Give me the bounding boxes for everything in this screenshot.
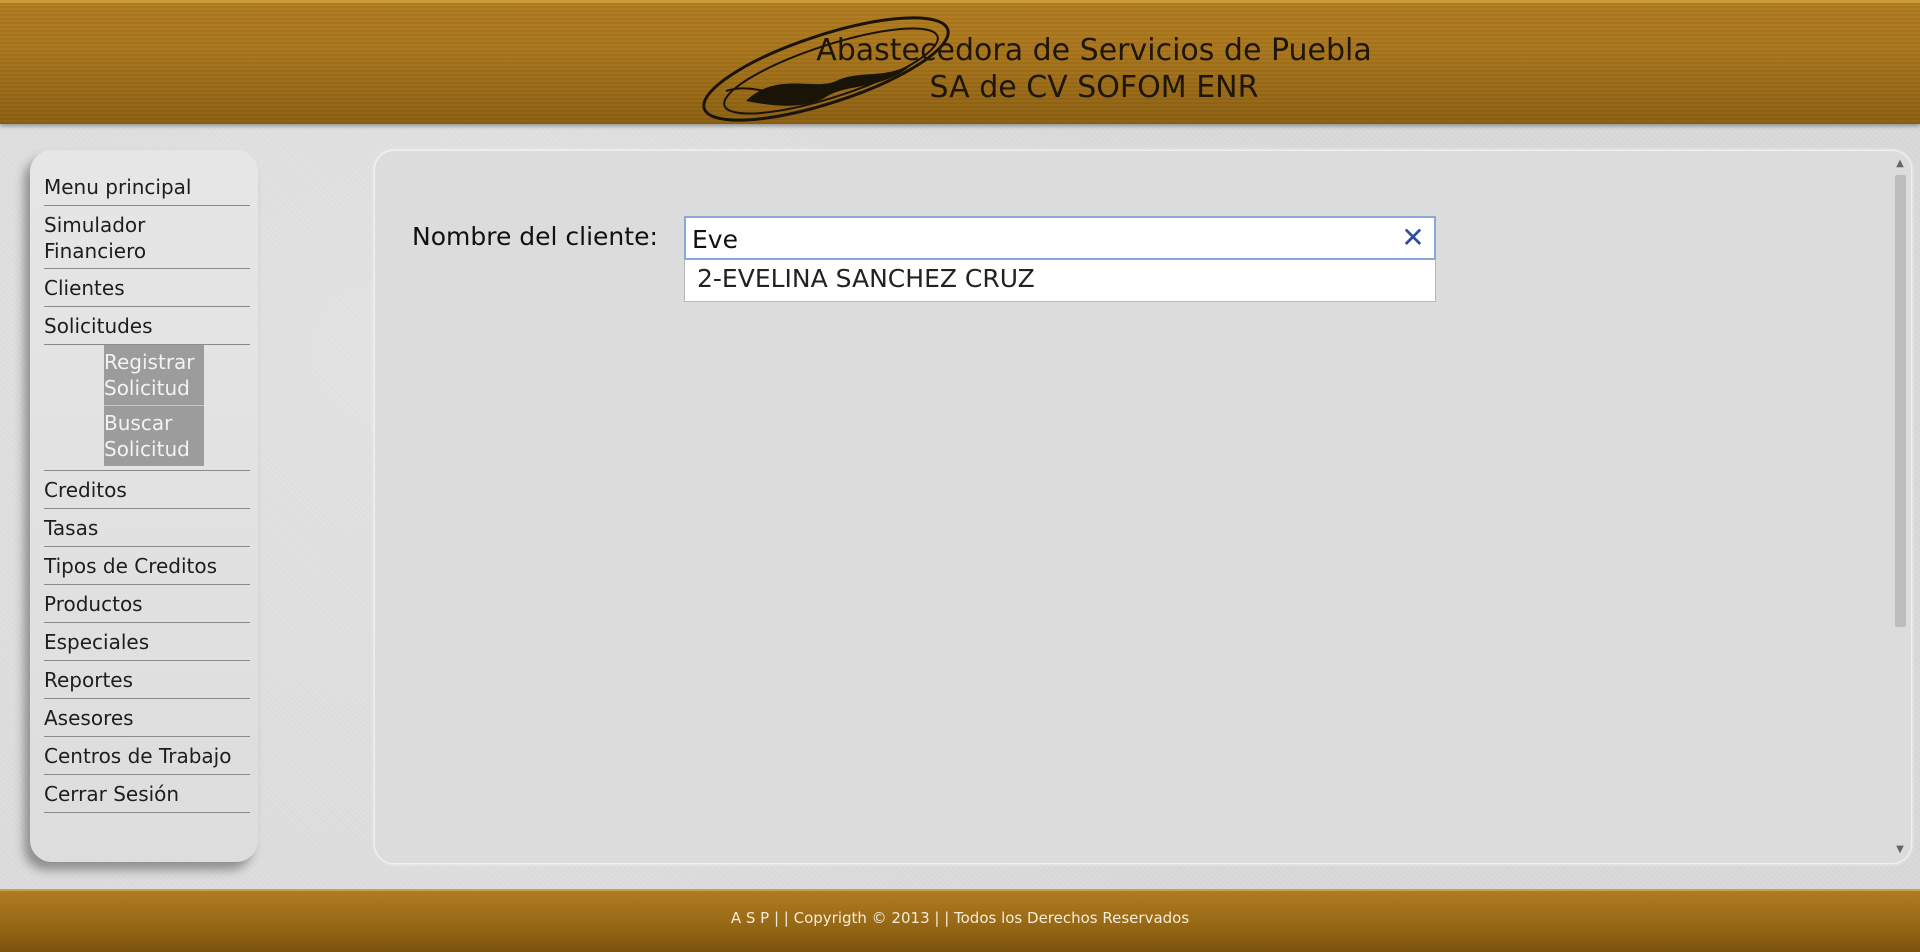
scroll-up-icon[interactable]: ▲ <box>1893 157 1907 171</box>
solicitudes-submenu: Registrar Solicitud Buscar Solicitud <box>44 345 250 471</box>
sidebar-item-solicitudes[interactable]: Solicitudes <box>44 307 250 345</box>
sidebar-item-tipos-de-creditos[interactable]: Tipos de Creditos <box>44 547 250 585</box>
sidebar-item-especiales[interactable]: Especiales <box>44 623 250 661</box>
subitem-buscar-solicitud[interactable]: Buscar Solicitud <box>104 406 204 466</box>
sidebar-item-clientes[interactable]: Clientes <box>44 269 250 307</box>
sidebar-item-cerrar-sesion[interactable]: Cerrar Sesión <box>44 775 250 813</box>
scroll-down-icon[interactable]: ▼ <box>1893 843 1907 857</box>
sidebar-item-menu-principal[interactable]: Menu principal <box>44 168 250 206</box>
sidebar-item-reportes[interactable]: Reportes <box>44 661 250 699</box>
header-title-line1: Abastecedora de Servicios de Puebla <box>816 33 1372 68</box>
subitem-registrar-solicitud[interactable]: Registrar Solicitud <box>104 345 204 406</box>
sidebar-item-centros-de-trabajo[interactable]: Centros de Trabajo <box>44 737 250 775</box>
footer-copyright: A S P | | Copyrigth © 2013 | | Todos los… <box>730 909 1190 927</box>
header-title: Abastecedora de Servicios de Puebla SA d… <box>0 32 1920 106</box>
client-name-label: Nombre del cliente: <box>412 222 658 251</box>
close-icon[interactable]: ✕ <box>1398 222 1428 254</box>
header-title-line2: SA de CV SOFOM ENR <box>929 70 1259 105</box>
autocomplete-option[interactable]: 2-EVELINA SANCHEZ CRUZ <box>697 264 1035 293</box>
site-header: Abastecedora de Servicios de Puebla SA d… <box>0 0 1920 124</box>
sidebar-item-asesores[interactable]: Asesores <box>44 699 250 737</box>
sidebar-item-simulador-financiero[interactable]: Simulador Financiero <box>44 206 164 269</box>
vertical-scrollbar[interactable]: ▲ ▼ <box>1893 157 1907 857</box>
scroll-thumb[interactable] <box>1895 175 1906 627</box>
site-footer: A S P | | Copyrigth © 2013 | | Todos los… <box>0 889 1920 952</box>
client-search-box: ✕ <box>684 216 1436 260</box>
sidebar-item-productos[interactable]: Productos <box>44 585 250 623</box>
sidebar-item-tasas[interactable]: Tasas <box>44 509 250 547</box>
sidebar-menu: Menu principal Simulador Financiero Clie… <box>30 150 258 862</box>
autocomplete-dropdown: 2-EVELINA SANCHEZ CRUZ <box>684 260 1436 302</box>
client-name-input[interactable] <box>690 220 1384 258</box>
sidebar-item-creditos[interactable]: Creditos <box>44 471 250 509</box>
